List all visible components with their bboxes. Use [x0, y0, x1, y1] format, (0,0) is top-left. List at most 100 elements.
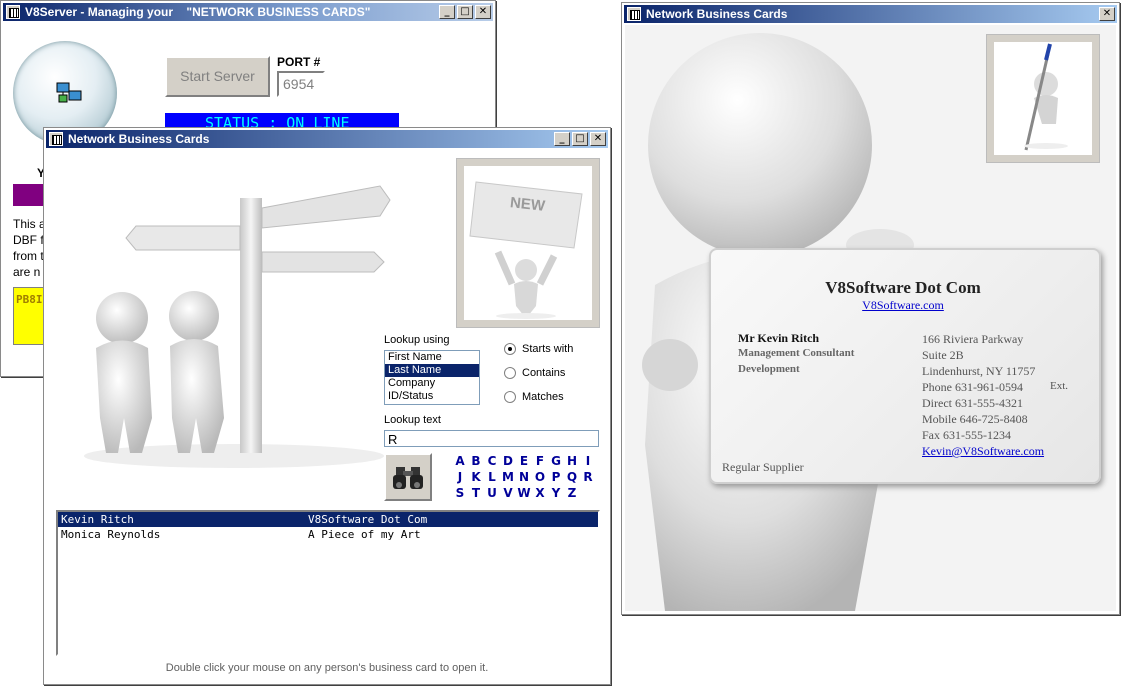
card-category: Regular Supplier [722, 460, 804, 474]
network-computers-icon [55, 81, 85, 107]
lookup-field-list[interactable]: First Name Last Name Company ID/Status [384, 350, 480, 405]
new-picture-frame: NEW [456, 158, 600, 328]
card-ext-label: Ext. [1050, 380, 1069, 392]
letter-y[interactable]: Y [548, 486, 564, 500]
letter-r[interactable]: R [580, 470, 596, 484]
card-window-title: Network Business Cards [646, 7, 788, 21]
letter-b[interactable]: B [468, 454, 484, 468]
close-button[interactable]: ✕ [475, 5, 491, 19]
radio-circle-checked[interactable] [504, 343, 516, 356]
card-website-link[interactable]: V8Software.com [711, 298, 1095, 313]
lookup-titlebar[interactable]: Network Business Cards _ □ ✕ [46, 130, 608, 148]
lookup-field-id-status[interactable]: ID/Status [385, 390, 479, 403]
maximize-button[interactable]: □ [457, 5, 473, 19]
card-window: Network Business Cards ✕ V8Software Dot … [621, 2, 1120, 615]
letter-n[interactable]: N [516, 470, 532, 484]
letter-v[interactable]: V [500, 486, 516, 500]
result-company: A Piece of my Art [308, 528, 421, 541]
letter-u[interactable]: U [484, 486, 500, 500]
lookup-window: Network Business Cards _ □ ✕ NEW Lookup … [43, 127, 611, 685]
port-field[interactable]: 6954 [277, 71, 325, 97]
letter-i[interactable]: I [580, 454, 596, 468]
letter-a[interactable]: A [452, 454, 468, 468]
description-line-3: from t [13, 249, 44, 263]
letter-d[interactable]: D [500, 454, 516, 468]
card-mobile: Mobile 646-725-8408 [922, 412, 1028, 426]
letter-e[interactable]: E [516, 454, 532, 468]
business-card[interactable]: V8Software Dot Com V8Software.com Mr Kev… [709, 248, 1101, 484]
hint-text: Double click your mouse on any person's … [165, 662, 489, 674]
radio-matches-label: Matches [522, 391, 564, 403]
card-picture-frame [986, 34, 1100, 163]
result-name: Kevin Ritch [61, 513, 134, 526]
close-button[interactable]: ✕ [590, 132, 606, 146]
server-window-title: V8Server - Managing your "NETWORK BUSINE… [25, 5, 371, 19]
lookup-text-label: Lookup text [384, 414, 441, 426]
card-address-line-2: Suite 2B [922, 348, 964, 362]
new-badge: NEW [509, 194, 546, 215]
lookup-field-company[interactable]: Company [385, 377, 479, 390]
card-contact-block: 166 Riviera Parkway Suite 2B Lindenhurst… [922, 331, 1044, 459]
description-line-2: DBF f [13, 233, 44, 247]
card-picture [994, 42, 1092, 155]
letter-j[interactable]: J [452, 470, 468, 484]
maximize-button[interactable]: □ [572, 132, 588, 146]
minimize-button[interactable]: _ [439, 5, 455, 19]
letter-m[interactable]: M [500, 470, 516, 484]
result-row[interactable]: Monica Reynolds A Piece of my Art [58, 527, 598, 542]
result-name: Monica Reynolds [61, 528, 161, 541]
close-button[interactable]: ✕ [1099, 7, 1115, 21]
card-department: Development [738, 363, 800, 375]
result-company: V8Software Dot Com [308, 513, 428, 526]
start-server-button[interactable]: Start Server [165, 56, 270, 97]
card-person-title: Management Consultant [738, 347, 855, 359]
description-line-1: This a [13, 217, 46, 231]
lookup-field-last-name[interactable]: Last Name [385, 364, 479, 377]
letter-l[interactable]: L [484, 470, 500, 484]
card-email-link[interactable]: Kevin@V8Software.com [922, 443, 1044, 459]
lookup-using-label: Lookup using [384, 334, 450, 346]
card-titlebar[interactable]: Network Business Cards ✕ [624, 5, 1117, 23]
port-label: PORT # [277, 55, 321, 69]
lookup-text-input[interactable]: R [384, 430, 599, 447]
letter-w[interactable]: W [516, 486, 532, 500]
lookup-window-title: Network Business Cards [68, 132, 210, 146]
server-titlebar[interactable]: V8Server - Managing your "NETWORK BUSINE… [3, 3, 493, 21]
letter-c[interactable]: C [484, 454, 500, 468]
description-text: This a DBF f from t are n [13, 216, 46, 280]
result-row[interactable]: Kevin Ritch V8Software Dot Com [58, 512, 598, 527]
binoculars-icon [393, 467, 423, 489]
letter-x[interactable]: X [532, 486, 548, 500]
card-address-line-1: 166 Riviera Parkway [922, 332, 1024, 346]
letter-k[interactable]: K [468, 470, 484, 484]
search-button[interactable] [384, 453, 432, 501]
letter-z[interactable]: Z [564, 486, 580, 500]
letter-g[interactable]: G [548, 454, 564, 468]
server-app-icon[interactable] [6, 5, 20, 19]
letter-p[interactable]: P [548, 470, 564, 484]
letter-h[interactable]: H [564, 454, 580, 468]
results-list[interactable]: Kevin Ritch V8Software Dot Com Monica Re… [56, 510, 600, 656]
card-phone: Phone 631-961-0594 [922, 380, 1023, 394]
letter-t[interactable]: T [468, 486, 484, 500]
signpost-illustration [84, 168, 394, 468]
radio-matches[interactable]: Matches [504, 391, 564, 404]
description-line-4: are n [13, 265, 41, 279]
minimize-button[interactable]: _ [554, 132, 570, 146]
lookup-app-icon[interactable] [49, 132, 63, 146]
card-fax: Fax 631-555-1234 [922, 428, 1011, 442]
radio-starts-with[interactable]: Starts with [504, 343, 574, 356]
card-company-name: V8Software Dot Com [825, 278, 981, 297]
radio-contains[interactable]: Contains [504, 367, 566, 380]
letter-f[interactable]: F [532, 454, 548, 468]
radio-contains-label: Contains [522, 367, 566, 379]
letter-s[interactable]: S [452, 486, 468, 500]
radio-circle[interactable] [504, 367, 516, 380]
letter-o[interactable]: O [532, 470, 548, 484]
letter-q[interactable]: Q [564, 470, 580, 484]
card-address-line-3: Lindenhurst, NY 11757 [922, 364, 1036, 378]
lookup-field-first-name[interactable]: First Name [385, 351, 479, 364]
radio-circle[interactable] [504, 391, 516, 404]
card-app-icon[interactable] [627, 7, 641, 21]
radio-starts-with-label: Starts with [522, 343, 574, 355]
